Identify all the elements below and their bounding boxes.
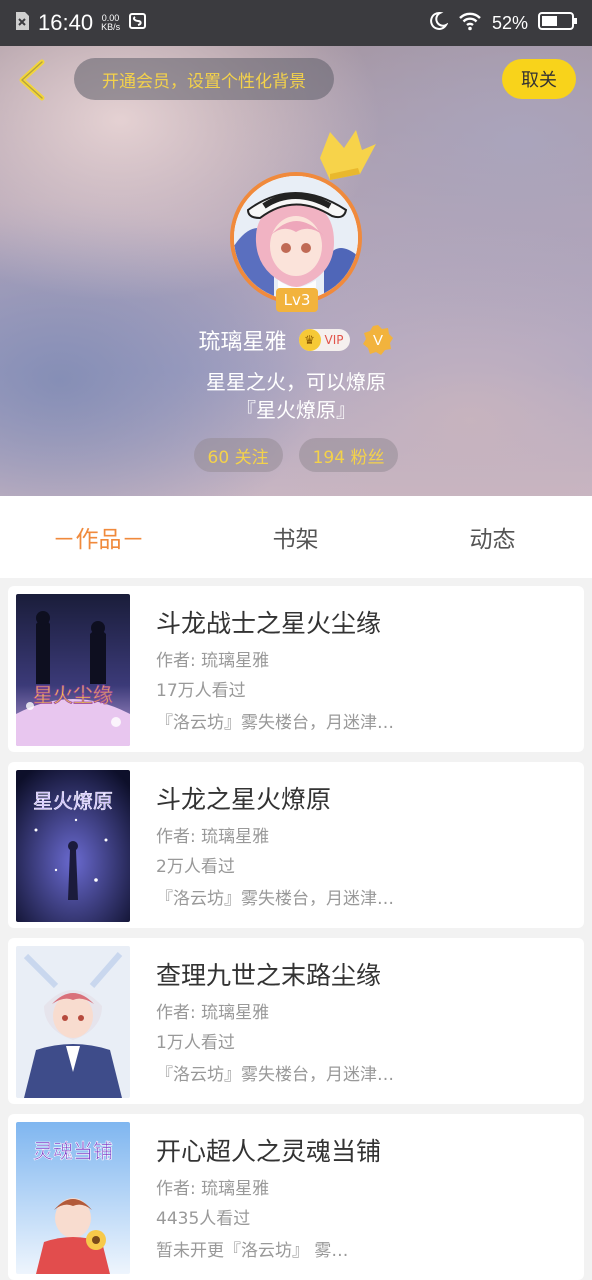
level-badge: Lv3 — [276, 288, 318, 312]
svg-text:星火燎原: 星火燎原 — [33, 789, 113, 813]
work-description: 『洛云坊』雾失楼台，月迷津… — [156, 1065, 394, 1085]
work-title: 开心超人之灵魂当铺 — [156, 1137, 382, 1166]
work-views: 17万人看过 — [156, 681, 246, 701]
tab-activity[interactable]: 动态 — [394, 520, 591, 554]
profile-tabs: －作品－ 书架 动态 — [0, 496, 592, 578]
battery-percent: 52% — [491, 12, 528, 33]
followers-count[interactable]: 194 粉丝 — [298, 438, 399, 472]
vip-background-banner[interactable]: 开通会员，设置个性化背景 — [74, 58, 334, 100]
svg-text:星火尘缘: 星火尘缘 — [33, 683, 113, 707]
work-description: 『洛云坊』雾失楼台，月迷津… — [156, 713, 394, 733]
follow-stats: 60 关注 194 粉丝 — [0, 438, 592, 472]
work-cover: 灵魂当铺 — [16, 1122, 130, 1274]
tab-bookshelf[interactable]: 书架 — [197, 520, 394, 554]
svg-text:V: V — [372, 332, 382, 349]
profile-header: 16:40 0.00 KB/s 52% 开通会员，设置个性化背景 取关 Lv3 … — [0, 0, 592, 496]
network-speed: 0.00 KB/s — [101, 13, 121, 32]
avatar[interactable] — [230, 172, 362, 304]
avatar-image — [234, 176, 358, 300]
work-cover: 星火尘缘 — [16, 594, 130, 746]
work-card[interactable]: 星火尘缘 斗龙战士之星火尘缘 作者: 琉璃星雅 17万人看过 『洛云坊』雾失楼台… — [8, 586, 584, 752]
bio-line-2: 『星火燎原』 — [236, 398, 356, 422]
work-title: 查理九世之末路尘缘 — [156, 961, 382, 990]
wifi-icon — [458, 11, 482, 35]
svg-text:灵魂当铺: 灵魂当铺 — [33, 1139, 113, 1163]
verified-v-icon: V — [362, 325, 393, 355]
work-card[interactable]: 查理九世之末路尘缘 作者: 琉璃星雅 1万人看过 『洛云坊』雾失楼台，月迷津… — [8, 938, 584, 1104]
username-row: 琉璃星雅 ♛ VIP V — [0, 322, 592, 358]
work-author: 作者: 琉璃星雅 — [156, 651, 270, 671]
profile-bio: 星星之火，可以燎原 『星火燎原』 — [0, 368, 592, 424]
sim-status-icon — [14, 11, 30, 35]
work-author: 作者: 琉璃星雅 — [156, 827, 270, 847]
bio-line-1: 星星之火，可以燎原 — [206, 370, 386, 394]
following-count[interactable]: 60 关注 — [193, 438, 283, 472]
work-title: 斗龙战士之星火尘缘 — [156, 609, 382, 638]
username: 琉璃星雅 — [198, 330, 287, 355]
work-description: 暂未开更『洛云坊』 雾… — [156, 1241, 349, 1261]
work-views: 1万人看过 — [156, 1033, 235, 1053]
work-cover: 星火燎原 — [16, 770, 130, 922]
work-title: 斗龙之星火燎原 — [156, 785, 332, 814]
work-card[interactable]: 星火燎原 斗龙之星火燎原 作者: 琉璃星雅 2万人看过 『洛云坊』雾失楼台，月迷… — [8, 762, 584, 928]
moon-icon — [428, 11, 449, 35]
battery-icon — [538, 11, 578, 35]
screenshot-icon — [128, 11, 148, 35]
clock: 16:40 — [38, 10, 94, 35]
work-author: 作者: 琉璃星雅 — [156, 1003, 270, 1023]
vip-crown-icon: ♛ — [298, 329, 321, 351]
work-card[interactable]: 灵魂当铺 开心超人之灵魂当铺 作者: 琉璃星雅 4435人看过 暂未开更『洛云坊… — [8, 1114, 584, 1280]
back-button[interactable] — [12, 58, 52, 102]
work-description: 『洛云坊』雾失楼台，月迷津… — [156, 889, 394, 909]
chevron-left-icon — [19, 59, 45, 101]
work-views: 2万人看过 — [156, 857, 235, 877]
vip-badge[interactable]: ♛ VIP — [298, 329, 350, 351]
tab-works[interactable]: －作品－ — [0, 520, 197, 554]
status-bar: 16:40 0.00 KB/s 52% — [0, 0, 592, 46]
unfollow-button[interactable]: 取关 — [502, 59, 576, 99]
work-cover — [16, 946, 130, 1098]
work-author: 作者: 琉璃星雅 — [156, 1179, 270, 1199]
work-views: 4435人看过 — [156, 1209, 251, 1229]
verified-badge[interactable]: V — [362, 324, 394, 356]
